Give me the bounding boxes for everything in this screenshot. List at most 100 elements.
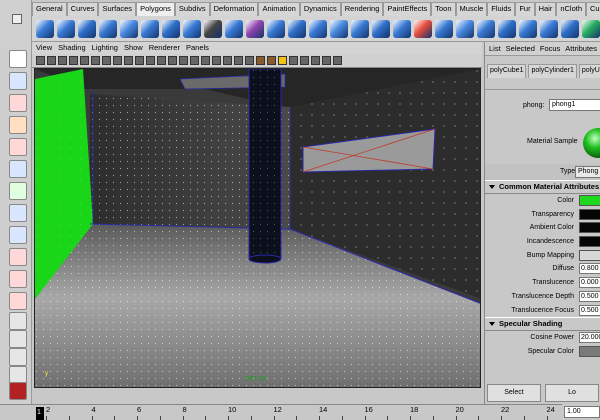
tool-icon[interactable] (9, 182, 27, 200)
tool-icon[interactable] (9, 72, 27, 90)
panel-toolbar-icon[interactable] (58, 56, 67, 65)
shelf-tab[interactable]: nCloth (556, 2, 587, 16)
polygon-tool-icon[interactable] (57, 19, 75, 38)
polygon-tool-icon[interactable] (204, 19, 222, 38)
shelf-tab[interactable]: Fur (515, 2, 535, 16)
node-tab[interactable]: polyCube1 (487, 64, 527, 78)
polygon-tool-icon[interactable] (540, 19, 558, 38)
color-swatch[interactable] (579, 249, 600, 261)
node-tab[interactable]: polyCylinder1 (528, 64, 577, 78)
tool-icon[interactable] (9, 138, 27, 156)
polygon-tool-icon[interactable] (288, 19, 306, 38)
shelf-tab[interactable]: Custom (586, 2, 600, 16)
tool-icon[interactable] (9, 116, 27, 134)
panel-toolbar-icon[interactable] (300, 56, 309, 65)
shelf-tab[interactable]: General (32, 2, 67, 16)
polygon-tool-icon[interactable] (309, 19, 327, 38)
type-dropdown[interactable]: Phong (575, 166, 600, 178)
polygon-tool-icon[interactable] (246, 19, 264, 38)
panel-toolbar-icon[interactable] (179, 56, 188, 65)
panel-toolbar-icon[interactable] (212, 56, 221, 65)
panel-toolbar-icon[interactable] (289, 56, 298, 65)
panel-menu-item[interactable]: View (36, 42, 52, 54)
section-common-material[interactable]: Common Material Attributes (485, 180, 600, 194)
polygon-tool-icon[interactable] (498, 19, 516, 38)
load-attributes-button[interactable]: Lo (545, 384, 599, 402)
panel-toolbar-icon[interactable] (146, 56, 155, 65)
tool-icon[interactable] (9, 226, 27, 244)
attribute-menu-item[interactable]: Selected (506, 42, 535, 55)
shelf-tab[interactable]: Fluids (487, 2, 516, 16)
polygon-tool-icon[interactable] (141, 19, 159, 38)
panel-toolbar-icon[interactable] (157, 56, 166, 65)
tool-icon[interactable] (9, 160, 27, 178)
polygon-tool-icon[interactable] (267, 19, 285, 38)
layout-icon[interactable] (9, 348, 27, 366)
panel-toolbar-icon[interactable] (113, 56, 122, 65)
panel-menu-item[interactable]: Show (124, 42, 143, 54)
shelf-tab[interactable]: Polygons (136, 2, 175, 16)
panel-toolbar-icon[interactable] (36, 56, 45, 65)
tool-icon[interactable] (9, 270, 27, 288)
shelf-tab[interactable]: Subdivs (174, 2, 210, 16)
shelf-tab[interactable]: Hair (534, 2, 557, 16)
shelf-tab[interactable]: Animation (258, 2, 300, 16)
polygon-tool-icon[interactable] (36, 19, 54, 38)
attribute-menu-item[interactable]: Focus (540, 42, 560, 55)
shelf-tab[interactable]: Rendering (340, 2, 384, 16)
perspective-viewport[interactable]: y persp (34, 68, 481, 388)
polygon-tool-icon[interactable] (477, 19, 495, 38)
panel-toolbar-icon[interactable] (311, 56, 320, 65)
panel-menu-item[interactable]: Lighting (92, 42, 118, 54)
panel-toolbar-icon[interactable] (278, 56, 287, 65)
time-slider[interactable]: 1 2 4 6 8 10 12 14 16 18 20 22 24 (32, 404, 562, 420)
layout-icon[interactable] (9, 330, 27, 348)
tool-icon[interactable] (9, 50, 27, 68)
panel-toolbar-icon[interactable] (47, 56, 56, 65)
attribute-value-field[interactable]: 0.500 (579, 290, 600, 302)
attribute-value-field[interactable]: 20.000 (579, 332, 600, 344)
polygon-tool-icon[interactable] (351, 19, 369, 38)
polygon-tool-icon[interactable] (519, 19, 537, 38)
panel-toolbar-icon[interactable] (102, 56, 111, 65)
panel-toolbar-icon[interactable] (190, 56, 199, 65)
panel-toolbar-icon[interactable] (124, 56, 133, 65)
color-swatch[interactable] (579, 195, 600, 206)
attribute-value-field[interactable]: 0.800 (579, 263, 600, 275)
current-time-field[interactable]: 1.00 (564, 406, 600, 418)
layout-icon[interactable] (9, 312, 27, 330)
panel-toolbar-icon[interactable] (256, 56, 265, 65)
section-specular[interactable]: Specular Shading (485, 317, 600, 332)
color-swatch[interactable] (579, 208, 600, 220)
polygon-tool-icon[interactable] (330, 19, 348, 38)
attribute-menu-item[interactable]: Attributes (565, 42, 597, 55)
polygon-tool-icon[interactable] (435, 19, 453, 38)
polygon-tool-icon[interactable] (582, 19, 600, 38)
tool-icon[interactable] (9, 292, 27, 310)
polygon-tool-icon[interactable] (120, 19, 138, 38)
shelf-tab[interactable]: Deformation (209, 2, 259, 16)
shelf-tab[interactable]: Dynamics (299, 2, 341, 16)
panel-menu-item[interactable]: Shading (58, 42, 86, 54)
panel-toolbar-icon[interactable] (168, 56, 177, 65)
panel-toolbar-icon[interactable] (80, 56, 89, 65)
shelf-tab[interactable]: Toon (431, 2, 456, 16)
attribute-value-field[interactable]: 0.000 (579, 277, 600, 289)
polygon-tool-icon[interactable] (372, 19, 390, 38)
panel-toolbar-icon[interactable] (333, 56, 342, 65)
polygon-tool-icon[interactable] (225, 19, 243, 38)
panel-toolbar-icon[interactable] (267, 56, 276, 65)
polygon-tool-icon[interactable] (561, 19, 579, 38)
tool-icon[interactable] (9, 204, 27, 222)
polygon-tool-icon[interactable] (183, 19, 201, 38)
polygon-tool-icon[interactable] (78, 19, 96, 38)
panel-toolbar-icon[interactable] (135, 56, 144, 65)
tool-icon[interactable] (9, 248, 27, 266)
panel-toolbar-icon[interactable] (245, 56, 254, 65)
color-swatch[interactable] (579, 345, 600, 357)
shelf-tab[interactable]: PaintEffects (383, 2, 432, 16)
panel-toolbar-icon[interactable] (223, 56, 232, 65)
shelf-tab[interactable]: Curves (66, 2, 99, 16)
panel-toolbar-icon[interactable] (69, 56, 78, 65)
attribute-menu-item[interactable]: List (489, 42, 501, 55)
